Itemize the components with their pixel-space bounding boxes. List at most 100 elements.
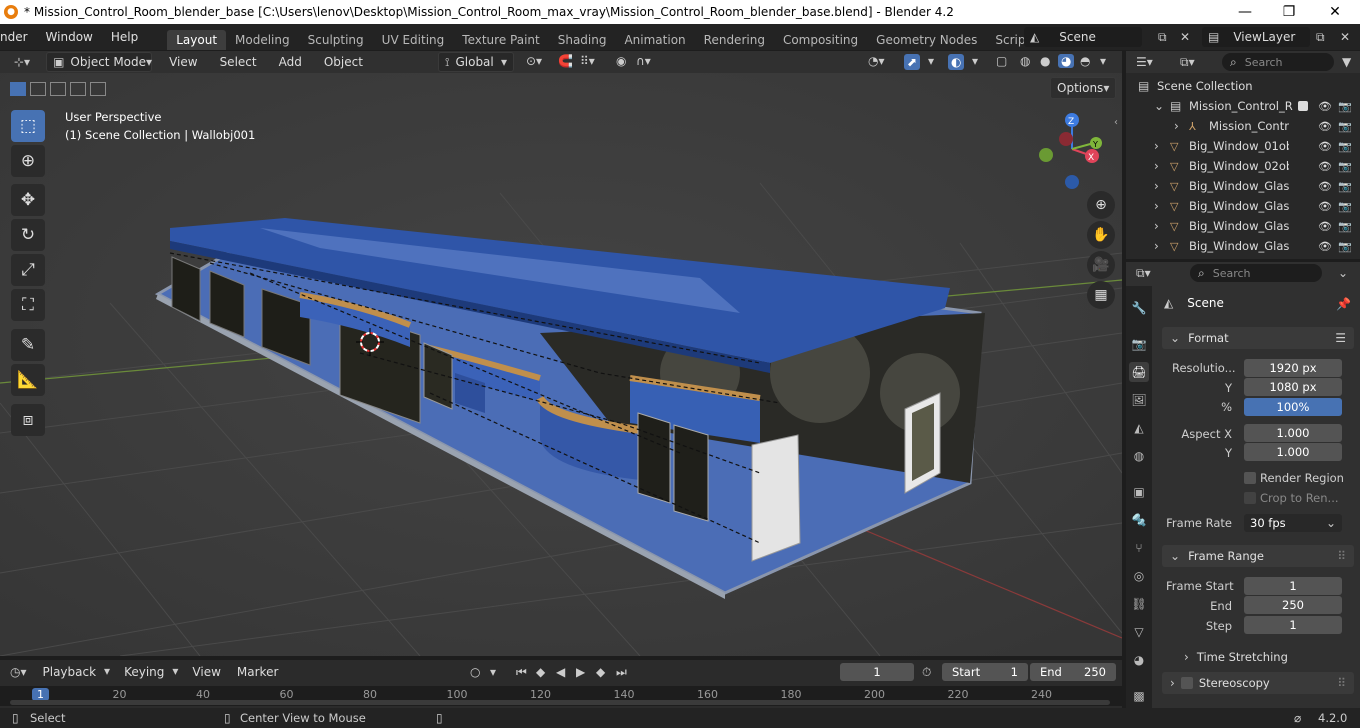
camera-icon[interactable]: 📷	[1338, 100, 1352, 113]
zoom-button[interactable]: ⊕	[1087, 191, 1115, 219]
menu-select[interactable]: Select	[209, 52, 268, 72]
shading-dropdown-icon[interactable]: ▾	[1100, 55, 1106, 67]
annotate-tool[interactable]: ✎	[11, 329, 45, 361]
resolution-x-field[interactable]: 1920 px	[1244, 359, 1342, 377]
render-region-checkbox[interactable]	[1244, 472, 1256, 484]
tab-shading[interactable]: Shading	[549, 30, 616, 50]
delete-view-layer-icon[interactable]: ✕	[1340, 31, 1350, 43]
snap-target-icon[interactable]: ⠿▾	[580, 55, 595, 67]
properties-search[interactable]: ⌕ Search	[1190, 264, 1322, 282]
object-tab-icon[interactable]: ▣	[1129, 482, 1149, 502]
frame-rate-dropdown[interactable]: 30 fps ⌄	[1244, 514, 1342, 532]
timeline-scrollbar[interactable]	[10, 700, 1110, 705]
camera-icon[interactable]: 📷	[1338, 160, 1352, 173]
cursor-tool[interactable]: ⊕	[11, 145, 45, 177]
camera-icon[interactable]: 📷	[1338, 180, 1352, 193]
crop-checkbox[interactable]	[1244, 492, 1256, 504]
eye-icon[interactable]: 👁	[1318, 120, 1332, 133]
timeline-menu-marker[interactable]: Marker	[229, 665, 286, 679]
sidebar-toggle-icon[interactable]: ‹	[1114, 117, 1118, 128]
list-icon[interactable]: ☰	[1335, 332, 1346, 344]
ortho-toggle-button[interactable]: ▦	[1087, 281, 1115, 309]
scale-tool[interactable]: ⤢	[11, 254, 45, 286]
tab-animation[interactable]: Animation	[615, 30, 694, 50]
tab-modeling[interactable]: Modeling	[226, 30, 299, 50]
outliner-editor-icon[interactable]: ☰▾	[1136, 56, 1153, 68]
overlay-toggle-icon[interactable]: ◐	[948, 54, 965, 70]
select-extend-icon[interactable]	[30, 82, 46, 96]
properties-editor-icon[interactable]: ⧉▾	[1136, 267, 1151, 279]
resolution-y-field[interactable]: 1080 px	[1244, 378, 1342, 396]
editor-type-button[interactable]: ⊹▾	[8, 52, 36, 72]
expand-icon[interactable]: ›	[1154, 200, 1159, 212]
data-tab-icon[interactable]: ▽	[1129, 622, 1149, 642]
camera-view-button[interactable]: 🎥	[1087, 251, 1115, 279]
particles-tab-icon[interactable]: ⑂	[1129, 538, 1149, 558]
tab-compositing[interactable]: Compositing	[774, 30, 867, 50]
resolution-percent-slider[interactable]: 100%	[1244, 398, 1342, 416]
expand-icon[interactable]: ›	[1154, 180, 1159, 192]
timeline-menu-keying[interactable]: Keying	[116, 665, 172, 679]
delete-scene-icon[interactable]: ✕	[1180, 31, 1190, 43]
outliner-search[interactable]: ⌕ Search	[1222, 53, 1334, 71]
start-frame-field[interactable]: Start 1	[942, 663, 1028, 681]
xray-icon[interactable]: ▢	[996, 55, 1007, 67]
next-keyframe-icon[interactable]: ◆	[596, 666, 605, 678]
view-layer-tab-icon[interactable]: 🖼	[1129, 390, 1149, 410]
select-box-tool[interactable]: ⬚	[11, 110, 45, 142]
expand-icon[interactable]: ›	[1154, 140, 1159, 152]
select-subtract-icon[interactable]	[50, 82, 66, 96]
pin-icon[interactable]: 📌	[1336, 298, 1351, 310]
tab-texture-paint[interactable]: Texture Paint	[453, 30, 548, 50]
eye-icon[interactable]: 👁	[1318, 180, 1332, 193]
collapse-icon[interactable]: ⌄	[1154, 100, 1164, 112]
rotate-tool[interactable]: ↻	[11, 219, 45, 251]
options-dropdown[interactable]: Options ▾	[1050, 77, 1116, 99]
timeline-menu-playback[interactable]: Playback	[35, 665, 105, 679]
menu-view[interactable]: View	[158, 52, 208, 72]
end-frame-field[interactable]: End 250	[1030, 663, 1116, 681]
menu-window[interactable]: Window	[37, 30, 102, 44]
measure-tool[interactable]: 📐	[11, 364, 45, 396]
expand-icon[interactable]: ›	[1154, 240, 1159, 252]
frame-start-field[interactable]: 1	[1244, 577, 1342, 595]
timeline-editor-icon[interactable]: ◷▾	[10, 666, 27, 678]
tool-tab-icon[interactable]: 🔧	[1129, 298, 1149, 318]
stereoscopy-section-header[interactable]: › Stereoscopy ⠿	[1162, 672, 1354, 694]
outliner-row[interactable]: › ▽ Big_Window_Glass 👁 📷	[1126, 216, 1360, 236]
scene-tab-icon[interactable]: ◭	[1129, 418, 1149, 438]
frame-end-field[interactable]: 250	[1244, 596, 1342, 614]
format-section-header[interactable]: ⌄ Format ☰	[1162, 327, 1354, 349]
modifier-tab-icon[interactable]: 🔩	[1129, 510, 1149, 530]
time-stretching-subsection[interactable]: › Time Stretching	[1184, 650, 1288, 664]
material-tab-icon[interactable]: ◕	[1129, 650, 1149, 670]
drag-handle-icon[interactable]: ⠿	[1337, 677, 1346, 689]
rendered-shading-icon[interactable]: ◓	[1080, 55, 1090, 67]
render-tab-icon[interactable]: 📷	[1129, 334, 1149, 354]
eye-icon[interactable]: 👁	[1318, 240, 1332, 253]
keyframe-record-icon[interactable]: ○	[470, 666, 480, 678]
add-cube-tool[interactable]: ⧈	[11, 404, 45, 436]
timeline-menu-view[interactable]: View	[184, 665, 228, 679]
menu-render[interactable]: nder	[0, 30, 37, 44]
eye-icon[interactable]: 👁	[1318, 100, 1332, 113]
solid-shading-icon[interactable]: ●	[1040, 55, 1050, 67]
camera-icon[interactable]: 📷	[1338, 220, 1352, 233]
outliner-row[interactable]: › ▽ Big_Window_02obj 👁 📷	[1126, 156, 1360, 176]
physics-tab-icon[interactable]: ◎	[1129, 566, 1149, 586]
output-tab-icon[interactable]: 🖨	[1129, 362, 1149, 382]
include-checkbox[interactable]	[1298, 101, 1308, 111]
new-view-layer-icon[interactable]: ⧉	[1316, 31, 1325, 43]
chevron-down-icon[interactable]: ⌄	[1338, 267, 1348, 279]
frame-step-field[interactable]: 1	[1244, 616, 1342, 634]
snap-icon[interactable]: 🧲	[558, 55, 573, 67]
scene-selector[interactable]: ◭ Scene	[1024, 27, 1142, 47]
constraints-tab-icon[interactable]: ⛓	[1129, 594, 1149, 614]
texture-tab-icon[interactable]: ▩	[1129, 686, 1149, 706]
transform-orientation-dropdown[interactable]: ⟟ Global ▾	[438, 52, 514, 72]
overlay-dropdown-icon[interactable]: ▾	[972, 55, 978, 67]
filter-icon[interactable]: ▼	[1342, 56, 1351, 68]
3d-viewport[interactable]: Z X Y User Perspective (1) Scene Collect…	[0, 73, 1122, 656]
pivot-point-icon[interactable]: ⊙▾	[526, 55, 542, 67]
tab-geometry-nodes[interactable]: Geometry Nodes	[867, 30, 986, 50]
